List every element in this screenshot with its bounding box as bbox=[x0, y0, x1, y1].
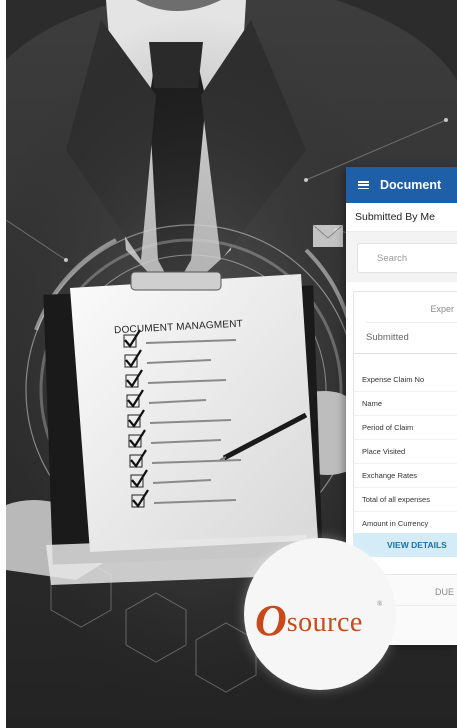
expense-claim-card: Exper Submitted Expense Claim No Name Pe… bbox=[353, 291, 457, 557]
field-place-visited: Place Visited bbox=[354, 440, 457, 464]
field-list: Expense Claim No Name Period of Claim Pl… bbox=[354, 368, 457, 536]
card-type-label: Exper bbox=[366, 292, 457, 323]
field-total-expenses: Total of all expenses bbox=[354, 488, 457, 512]
status-label: Submitted bbox=[354, 323, 457, 354]
menu-button[interactable] bbox=[346, 167, 380, 203]
osource-logo: Osource ® bbox=[255, 595, 382, 646]
app-header: Document bbox=[346, 167, 457, 203]
search-area: Search bbox=[346, 232, 457, 282]
logo-wordmark: source bbox=[286, 607, 363, 638]
field-name: Name bbox=[354, 392, 457, 416]
logo-initial: O bbox=[255, 596, 287, 645]
view-details-button[interactable]: VIEW DETAILS bbox=[354, 533, 457, 557]
page-subtitle: Submitted By Me bbox=[346, 203, 457, 232]
registered-mark: ® bbox=[377, 600, 383, 608]
search-input[interactable]: Search bbox=[357, 243, 457, 273]
hamburger-menu-icon bbox=[357, 181, 369, 190]
app-title: Document bbox=[380, 178, 442, 192]
osource-logo-badge: Osource ® bbox=[244, 538, 396, 690]
field-expense-claim-no: Expense Claim No bbox=[354, 368, 457, 392]
field-exchange-rates: Exchange Rates bbox=[354, 464, 457, 488]
field-period-of-claim: Period of Claim bbox=[354, 416, 457, 440]
